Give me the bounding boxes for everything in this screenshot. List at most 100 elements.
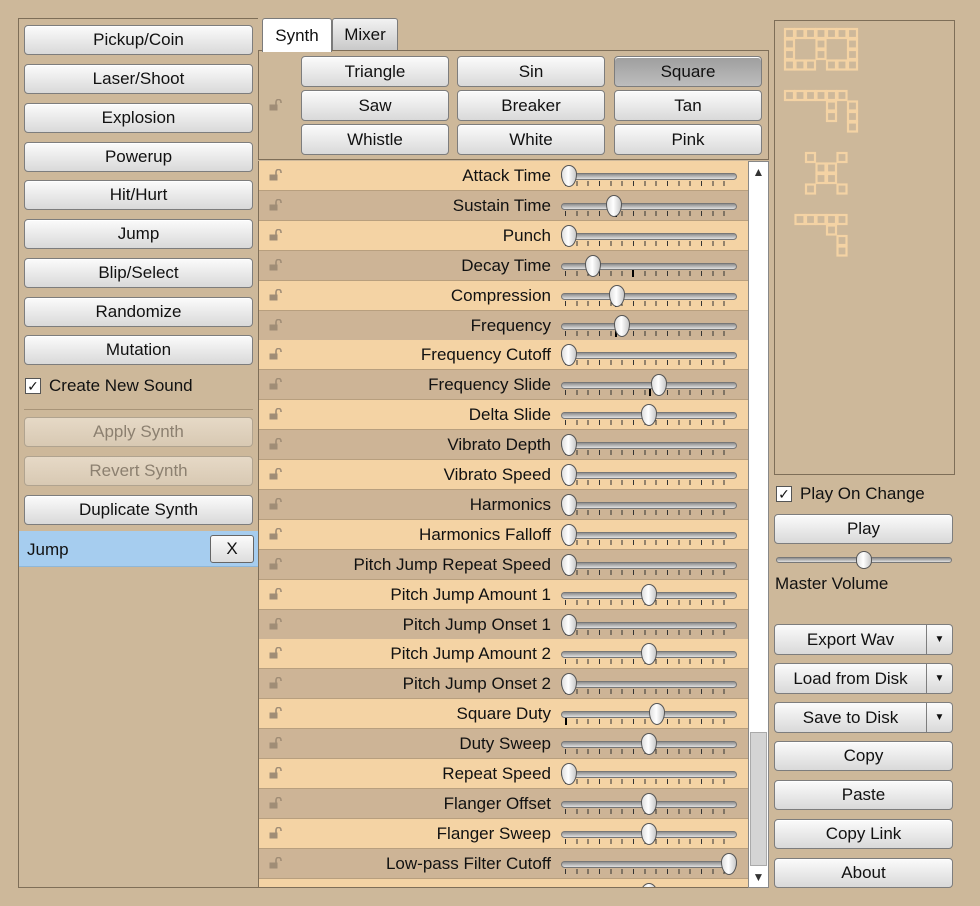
preset-explosion-button[interactable]: Explosion [24, 103, 253, 133]
lock-icon[interactable] [269, 99, 283, 111]
lock-icon[interactable] [269, 886, 283, 887]
lock-icon[interactable] [269, 647, 283, 659]
apply-synth-button[interactable]: Apply Synth [24, 417, 253, 447]
lock-icon[interactable] [269, 737, 283, 749]
create-new-sound-checkbox[interactable]: ✓ [25, 378, 41, 394]
export-wav-button[interactable]: Export Wav [774, 624, 927, 655]
copy-button[interactable]: Copy [774, 741, 953, 771]
param-slider[interactable] [561, 561, 737, 569]
param-slider[interactable] [561, 860, 737, 868]
slider-knob[interactable] [609, 284, 625, 307]
tab-mixer[interactable]: Mixer [332, 18, 398, 50]
slider-knob[interactable] [641, 882, 657, 887]
wave-tan-button[interactable]: Tan [614, 90, 762, 121]
lock-icon[interactable] [269, 856, 283, 869]
param-slider[interactable] [561, 202, 737, 210]
lock-icon[interactable] [269, 228, 283, 241]
lock-icon[interactable] [269, 557, 283, 570]
lock-icon[interactable] [269, 617, 283, 630]
preset-powerup-button[interactable]: Powerup [24, 142, 253, 172]
sound-list-item[interactable]: Jump X [19, 531, 258, 567]
preset-blip-select-button[interactable]: Blip/Select [24, 258, 253, 288]
param-row: Vibrato Speed [259, 460, 748, 490]
lock-icon[interactable] [269, 408, 283, 420]
create-new-sound-row[interactable]: ✓ Create New Sound [25, 376, 193, 396]
lock-icon[interactable] [269, 527, 283, 540]
preset-jump-button[interactable]: Jump [24, 219, 253, 249]
wave-saw-button[interactable]: Saw [301, 90, 449, 121]
wave-pink-button[interactable]: Pink [614, 124, 762, 155]
lock-icon[interactable] [269, 707, 283, 719]
param-slider[interactable] [561, 232, 737, 240]
param-label: Harmonics Falloff [419, 524, 551, 544]
param-row: Frequency Slide [259, 370, 748, 401]
save-to-disk-button[interactable]: Save to Disk [774, 702, 927, 733]
scroll-down-arrow-icon[interactable]: ▼ [749, 867, 768, 887]
mutation-button[interactable]: Mutation [24, 335, 253, 365]
slider-knob[interactable] [605, 194, 622, 217]
lock-icon[interactable] [269, 497, 283, 510]
lock-icon[interactable] [269, 796, 283, 809]
param-slider[interactable] [561, 442, 737, 450]
lock-icon[interactable] [269, 767, 283, 779]
lock-icon[interactable] [269, 438, 283, 450]
play-on-change-row[interactable]: ✓ Play On Change [776, 484, 925, 504]
load-from-disk-button[interactable]: Load from Disk [774, 663, 927, 694]
slider-ticks [565, 539, 735, 545]
lock-icon[interactable] [269, 288, 283, 301]
slider-knob[interactable] [561, 613, 577, 636]
param-slider[interactable] [561, 531, 737, 539]
param-slider[interactable] [561, 292, 737, 300]
chevron-down-icon[interactable]: ▼ [927, 702, 953, 733]
lock-icon[interactable] [269, 677, 283, 689]
param-slider[interactable] [561, 771, 737, 778]
delete-sound-button[interactable]: X [210, 535, 254, 563]
wave-breaker-button[interactable]: Breaker [457, 90, 605, 121]
chevron-down-icon[interactable]: ▼ [927, 624, 953, 655]
wave-triangle-button[interactable]: Triangle [301, 56, 449, 87]
param-slider[interactable] [561, 681, 737, 689]
param-slider[interactable] [561, 352, 737, 360]
param-slider[interactable] [561, 501, 737, 509]
lock-icon[interactable] [269, 378, 283, 390]
play-button[interactable]: Play [774, 514, 953, 544]
lock-icon[interactable] [269, 468, 283, 480]
param-slider[interactable] [561, 472, 737, 479]
preset-laser-shoot-button[interactable]: Laser/Shoot [24, 64, 253, 94]
preset-hit-hurt-button[interactable]: Hit/Hurt [24, 180, 253, 210]
tab-synth[interactable]: Synth [262, 18, 332, 52]
lock-icon[interactable] [269, 258, 283, 271]
param-slider[interactable] [561, 322, 737, 330]
play-on-change-checkbox[interactable]: ✓ [776, 486, 792, 502]
slider-ticks [565, 360, 735, 366]
randomize-button[interactable]: Randomize [24, 297, 253, 327]
param-slider[interactable] [561, 173, 737, 180]
wave-sin-button[interactable]: Sin [457, 56, 605, 87]
slider-knob[interactable] [613, 314, 630, 337]
lock-icon[interactable] [269, 169, 283, 181]
slider-ticks [565, 569, 735, 575]
copy-link-button[interactable]: Copy Link [774, 819, 953, 849]
wave-square-button[interactable]: Square [614, 56, 762, 87]
chevron-down-icon[interactable]: ▼ [927, 663, 953, 694]
paste-button[interactable]: Paste [774, 780, 953, 810]
parameter-scrollbar[interactable]: ▲ ▼ [748, 161, 769, 888]
lock-icon[interactable] [269, 198, 283, 211]
duplicate-synth-button[interactable]: Duplicate Synth [24, 495, 253, 525]
scroll-up-arrow-icon[interactable]: ▲ [749, 162, 768, 182]
master-volume-knob[interactable] [856, 551, 872, 569]
preset-pickup-coin-button[interactable]: Pickup/Coin [24, 25, 253, 55]
lock-icon[interactable] [269, 318, 283, 331]
slider-knob[interactable] [641, 583, 657, 606]
param-slider[interactable] [561, 382, 737, 390]
revert-synth-button[interactable]: Revert Synth [24, 456, 253, 486]
lock-icon[interactable] [269, 826, 283, 839]
lock-icon[interactable] [269, 348, 283, 360]
lock-icon[interactable] [269, 587, 283, 600]
param-slider[interactable] [561, 621, 737, 629]
about-button[interactable]: About [774, 858, 953, 888]
scroll-thumb[interactable] [750, 732, 767, 866]
wave-whistle-button[interactable]: Whistle [301, 124, 449, 155]
param-row: Pitch Jump Onset 2 [259, 669, 748, 700]
wave-white-button[interactable]: White [457, 124, 605, 155]
